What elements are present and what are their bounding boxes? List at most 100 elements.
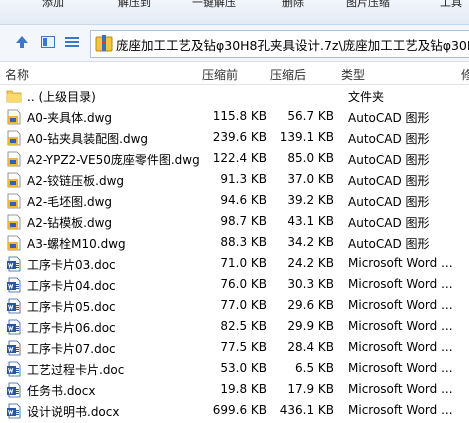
list-item[interactable]: A0-钻夹具装配图.dwg 239.6 KB 139.1 KB AutoCAD 图形 bbox=[0, 128, 469, 149]
file-size: 239.6 KB bbox=[212, 130, 267, 144]
file-name: 工艺过程卡片.doc bbox=[27, 363, 125, 377]
word-file-icon bbox=[6, 340, 22, 356]
file-size: 115.8 KB bbox=[212, 109, 267, 123]
file-type: AutoCAD 图形 bbox=[348, 132, 430, 146]
one-click-extract-button[interactable]: 一键解压 bbox=[192, 0, 236, 10]
file-type: Microsoft Word ... bbox=[348, 256, 453, 270]
file-packed-size: 29.6 KB bbox=[287, 298, 334, 312]
word-file-icon bbox=[6, 361, 22, 377]
dwg-file-icon bbox=[6, 235, 22, 251]
list-item[interactable]: 工序卡片07.doc 77.5 KB 28.4 KB Microsoft Word .… bbox=[0, 338, 469, 359]
file-type: AutoCAD 图形 bbox=[348, 111, 430, 125]
toolbar: 添加 解压到 一键解压 删除 图片压缩 工具 bbox=[0, 0, 469, 25]
word-file-icon bbox=[6, 256, 22, 272]
list-item[interactable]: 工序卡片04.doc 76.0 KB 30.3 KB Microsoft Word .… bbox=[0, 275, 469, 296]
dwg-file-icon bbox=[6, 109, 22, 125]
file-type: Microsoft Word ... bbox=[348, 319, 453, 333]
file-size: 53.0 KB bbox=[220, 361, 267, 375]
delete-button[interactable]: 删除 bbox=[282, 0, 304, 10]
file-packed-size: 28.4 KB bbox=[287, 340, 334, 354]
file-type: AutoCAD 图形 bbox=[348, 216, 430, 230]
folder-icon bbox=[6, 88, 22, 104]
list-item[interactable]: A3-螺栓M10.dwg 88.3 KB 34.2 KB AutoCAD 图形 bbox=[0, 233, 469, 254]
dwg-file-icon bbox=[6, 151, 22, 167]
list-item[interactable]: 工艺过程卡片.doc 53.0 KB 6.5 KB Microsoft Word ..… bbox=[0, 359, 469, 380]
file-packed-size: 56.7 KB bbox=[287, 109, 334, 123]
list-item[interactable]: .. (上级目录) 文件夹 bbox=[0, 86, 469, 107]
file-type: Microsoft Word ... bbox=[348, 403, 453, 417]
file-name: A3-螺栓M10.dwg bbox=[27, 237, 126, 251]
file-packed-size: 39.2 KB bbox=[287, 193, 334, 207]
file-type: Microsoft Word ... bbox=[348, 361, 453, 375]
file-size: 94.6 KB bbox=[220, 193, 267, 207]
path-text: 庞座加工工艺及钻φ30H8孔夹具设计.7z\庞座加工工艺及钻φ30H8 bbox=[116, 38, 469, 53]
list-item[interactable]: 设计说明书.docx 699.6 KB 436.1 KB Microsoft Word… bbox=[0, 401, 469, 422]
file-type: Microsoft Word ... bbox=[348, 340, 453, 354]
file-type: AutoCAD 图形 bbox=[348, 195, 430, 209]
file-packed-size: 6.5 KB bbox=[295, 361, 334, 375]
file-name: A2-铰链压板.dwg bbox=[27, 174, 125, 188]
file-size: 98.7 KB bbox=[220, 214, 267, 228]
up-arrow-icon[interactable] bbox=[14, 34, 30, 50]
file-packed-size: 139.1 KB bbox=[279, 130, 334, 144]
file-packed-size: 436.1 KB bbox=[279, 403, 334, 417]
file-type: 文件夹 bbox=[348, 90, 385, 104]
file-list: .. (上级目录) 文件夹 A0-夹具体.dwg 115.8 KB 56.7 KB Aut… bbox=[0, 86, 469, 422]
file-packed-size: 43.1 KB bbox=[287, 214, 334, 228]
file-size: 122.4 KB bbox=[212, 151, 267, 165]
list-item[interactable]: A0-夹具体.dwg 115.8 KB 56.7 KB AutoCAD 图形 bbox=[0, 107, 469, 128]
file-packed-size: 30.3 KB bbox=[287, 277, 334, 291]
column-name[interactable]: 名称 bbox=[5, 66, 29, 83]
file-name: 工序卡片05.doc bbox=[27, 300, 116, 314]
file-type: Microsoft Word ... bbox=[348, 277, 453, 291]
file-packed-size: 37.0 KB bbox=[287, 172, 334, 186]
column-modified[interactable]: 修 bbox=[461, 66, 469, 83]
column-type[interactable]: 类型 bbox=[341, 66, 365, 83]
list-item[interactable]: 任务书.docx 19.8 KB 17.9 KB Microsoft Word ... bbox=[0, 380, 469, 401]
file-name: A2-毛坯图.dwg bbox=[27, 195, 113, 209]
word-file-icon bbox=[6, 277, 22, 293]
path-field[interactable]: 庞座加工工艺及钻φ30H8孔夹具设计.7z\庞座加工工艺及钻φ30H8 bbox=[90, 30, 469, 58]
column-packed[interactable]: 压缩后 bbox=[270, 66, 306, 83]
file-size: 77.5 KB bbox=[220, 340, 267, 354]
file-name: A0-钻夹具装配图.dwg bbox=[27, 132, 149, 146]
file-packed-size: 85.0 KB bbox=[287, 151, 334, 165]
file-size: 77.0 KB bbox=[220, 298, 267, 312]
file-size: 76.0 KB bbox=[220, 277, 267, 291]
file-type: Microsoft Word ... bbox=[348, 298, 453, 312]
file-size: 71.0 KB bbox=[220, 256, 267, 270]
add-button[interactable]: 添加 bbox=[42, 0, 64, 10]
list-item[interactable]: A2-YPZ2-VE50庞座零件图.dwg 122.4 KB 85.0 KB Auto… bbox=[0, 149, 469, 170]
file-name: .. (上级目录) bbox=[27, 90, 96, 104]
list-item[interactable]: A2-毛坯图.dwg 94.6 KB 39.2 KB AutoCAD 图形 bbox=[0, 191, 469, 212]
file-packed-size: 24.2 KB bbox=[287, 256, 334, 270]
file-size: 19.8 KB bbox=[220, 382, 267, 396]
file-name: A0-夹具体.dwg bbox=[27, 111, 113, 125]
image-compress-button[interactable]: 图片压缩 bbox=[346, 0, 390, 10]
column-size[interactable]: 压缩前 bbox=[202, 66, 238, 83]
list-item[interactable]: 工序卡片03.doc 71.0 KB 24.2 KB Microsoft Word .… bbox=[0, 254, 469, 275]
file-name: 工序卡片06.doc bbox=[27, 321, 116, 335]
file-packed-size: 29.9 KB bbox=[287, 319, 334, 333]
list-item[interactable]: 工序卡片05.doc 77.0 KB 29.6 KB Microsoft Word .… bbox=[0, 296, 469, 317]
view-mode-icon[interactable] bbox=[40, 34, 56, 50]
list-item[interactable]: A2-铰链压板.dwg 91.3 KB 37.0 KB AutoCAD 图形 bbox=[0, 170, 469, 191]
dwg-file-icon bbox=[6, 172, 22, 188]
file-size: 91.3 KB bbox=[220, 172, 267, 186]
extract-to-button[interactable]: 解压到 bbox=[118, 0, 151, 10]
file-packed-size: 17.9 KB bbox=[287, 382, 334, 396]
word-file-icon bbox=[6, 298, 22, 314]
list-item[interactable]: 工序卡片06.doc 82.5 KB 29.9 KB Microsoft Word .… bbox=[0, 317, 469, 338]
file-size: 88.3 KB bbox=[220, 235, 267, 249]
list-view-icon[interactable] bbox=[64, 34, 80, 50]
dwg-file-icon bbox=[6, 130, 22, 146]
file-packed-size: 34.2 KB bbox=[287, 235, 334, 249]
list-item[interactable]: A2-钻模板.dwg 98.7 KB 43.1 KB AutoCAD 图形 bbox=[0, 212, 469, 233]
file-name: A2-YPZ2-VE50庞座零件图.dwg bbox=[27, 153, 200, 167]
archive-icon bbox=[95, 35, 113, 56]
file-name: 工序卡片04.doc bbox=[27, 279, 116, 293]
file-name: 任务书.docx bbox=[27, 384, 96, 398]
tools-button[interactable]: 工具 bbox=[440, 0, 462, 10]
file-name: 工序卡片07.doc bbox=[27, 342, 116, 356]
file-size: 699.6 KB bbox=[212, 403, 267, 417]
